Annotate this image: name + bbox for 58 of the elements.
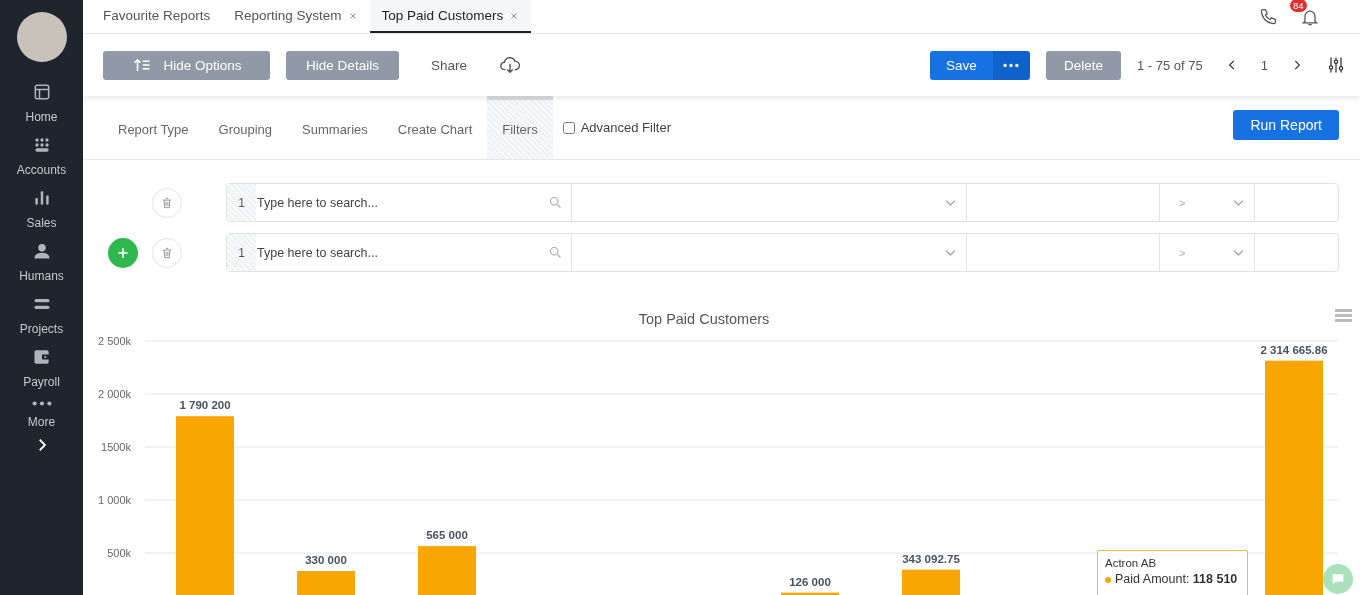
- more-options-button[interactable]: [993, 50, 1030, 80]
- chart-title: Top Paid Customers: [638, 311, 770, 327]
- axis-tick-label: 2 000k: [97, 388, 131, 400]
- data-label: 565 000: [426, 529, 468, 542]
- tooltip-title: Actron AB: [1105, 557, 1158, 569]
- bar[interactable]: [781, 592, 839, 595]
- option-tab[interactable]: Create Chart: [382, 96, 488, 159]
- axis-tick-label: 1 000k: [97, 494, 131, 506]
- cloud-download-icon[interactable]: [499, 54, 522, 76]
- nav-item[interactable]: Accounts: [0, 129, 83, 182]
- phone-icon[interactable]: [1258, 6, 1278, 27]
- close-icon[interactable]: [347, 10, 358, 21]
- chat-button[interactable]: [1323, 564, 1353, 594]
- data-label: 1 790 200: [179, 399, 231, 412]
- menu-icon[interactable]: [1335, 309, 1352, 322]
- avatar[interactable]: [16, 12, 67, 62]
- option-tab[interactable]: Summaries: [287, 96, 383, 159]
- trash-icon: [160, 245, 174, 260]
- axis-tick-label: 2 500k: [97, 335, 131, 347]
- person-icon: [31, 241, 52, 261]
- nav-item[interactable]: Projects: [0, 288, 83, 341]
- page-number: 1: [1260, 57, 1268, 73]
- notification-badge: 84: [1290, 0, 1307, 12]
- trash-icon: [160, 195, 174, 210]
- data-label: 343 092.75: [902, 552, 960, 565]
- axis-tick-label: 1500k: [101, 441, 131, 453]
- sliders-icon[interactable]: [1326, 55, 1346, 75]
- axis-tick-label: 500k: [107, 547, 131, 559]
- tooltip-value: Paid Amount: 118 510: [1105, 572, 1240, 586]
- tab[interactable]: Top Paid Customers: [369, 0, 532, 33]
- advanced-filter-checkbox[interactable]: [562, 121, 575, 134]
- tab[interactable]: Reporting System: [222, 0, 370, 33]
- bar[interactable]: [902, 569, 960, 595]
- nav-item[interactable]: Payroll: [0, 341, 83, 394]
- nav-item[interactable]: Home: [0, 76, 83, 129]
- option-tab[interactable]: Filters: [487, 96, 553, 159]
- data-label: 330 000: [305, 554, 347, 566]
- data-label: 126 000: [789, 575, 831, 588]
- share-button[interactable]: Share: [415, 50, 484, 80]
- option-tab[interactable]: Grouping: [203, 96, 288, 159]
- checkbox-label: Advanced Filter: [580, 120, 671, 135]
- more-icon: [1003, 62, 1020, 68]
- nav-item[interactable]: Humans: [0, 235, 83, 288]
- option-tab[interactable]: Report Type: [103, 96, 204, 159]
- nav-item[interactable]: Sales: [0, 182, 83, 235]
- more-icon: [31, 400, 52, 407]
- chat-icon: [1330, 571, 1346, 587]
- pagination-range: 1 - 75 of 75: [1137, 57, 1203, 73]
- tab[interactable]: Favourite Reports: [91, 0, 223, 33]
- add-filter-button[interactable]: [108, 237, 138, 268]
- data-label: 2 314 665.86: [1260, 343, 1328, 356]
- run-report-button[interactable]: Run Report: [1233, 110, 1339, 140]
- delete-filter-button[interactable]: [152, 237, 182, 268]
- bar[interactable]: [418, 546, 476, 595]
- delete-filter-button[interactable]: [152, 187, 182, 218]
- close-icon[interactable]: [509, 10, 520, 21]
- save-button[interactable]: Save: [930, 50, 993, 80]
- nav-item[interactable]: More: [0, 394, 83, 434]
